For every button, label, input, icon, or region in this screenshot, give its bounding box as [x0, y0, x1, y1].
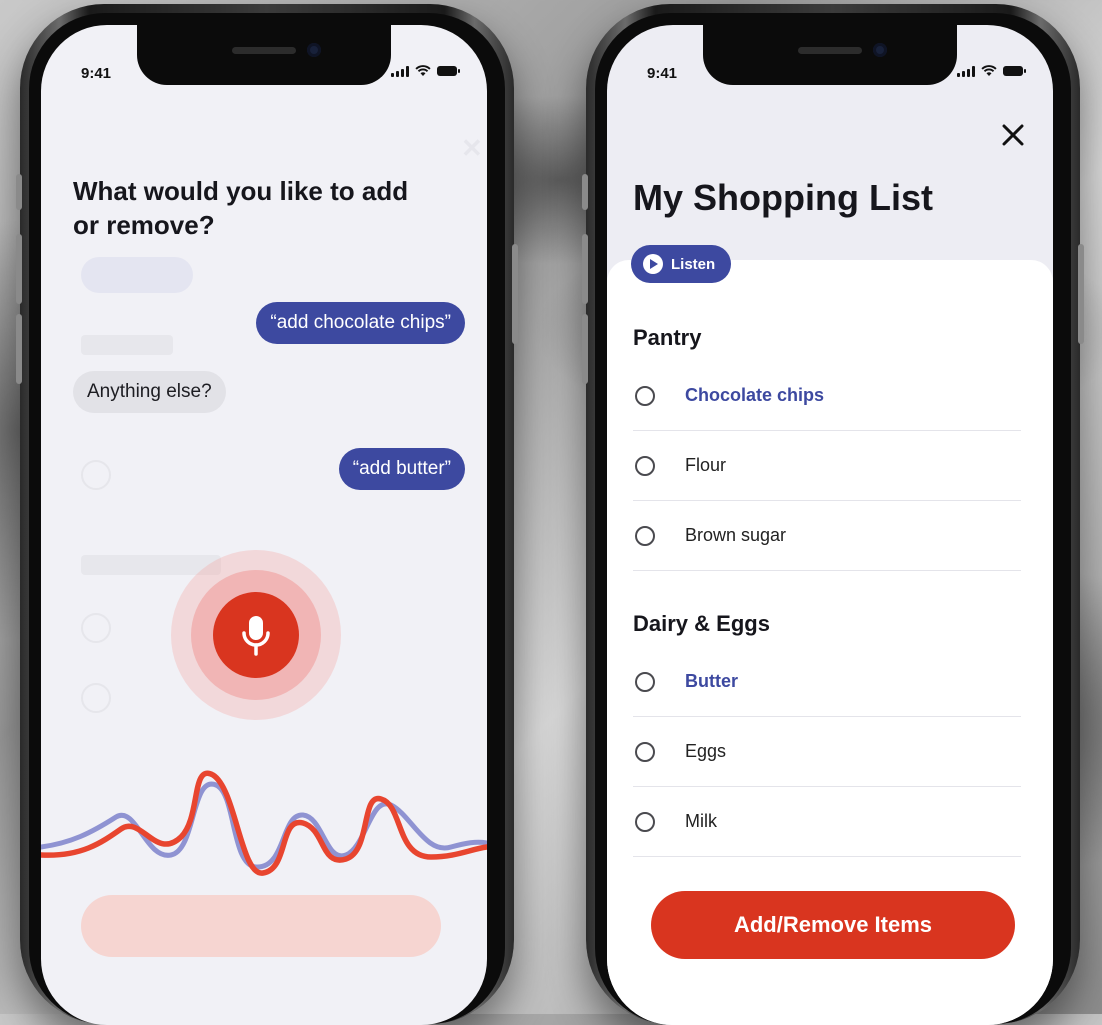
- microphone-icon: [242, 616, 270, 656]
- list-item[interactable]: Brown sugar: [633, 501, 1021, 571]
- signal-icon: [957, 65, 975, 77]
- phone-right: 9:41 My Shopping List Listen Pantry Choc…: [582, 4, 1084, 1025]
- camera: [307, 43, 321, 57]
- listen-button[interactable]: Listen: [631, 245, 732, 283]
- item-label: Chocolate chips: [685, 385, 825, 405]
- voice-waveform: [41, 770, 487, 876]
- checkbox-radio[interactable]: [635, 525, 655, 546]
- volume-up-button: [582, 234, 588, 304]
- speaker: [798, 47, 862, 54]
- item-label: Butter: [685, 671, 738, 691]
- checkbox-radio[interactable]: [635, 811, 655, 832]
- ghost-close-icon: ✕: [461, 133, 483, 163]
- power-button: [512, 244, 518, 344]
- add-remove-items-button[interactable]: Add/Remove Items: [651, 891, 1015, 959]
- voice-prompt: What would you like to add or remove?: [73, 176, 409, 240]
- play-icon: [643, 254, 663, 274]
- item-label: Brown sugar: [685, 525, 787, 545]
- section-title-dairy-eggs: Dairy & Eggs: [633, 611, 770, 636]
- checkbox-radio[interactable]: [635, 671, 655, 692]
- listen-label: Listen: [671, 255, 716, 273]
- signal-icon: [391, 65, 409, 77]
- power-button: [1078, 244, 1084, 344]
- ghost-listen-button: [81, 257, 193, 293]
- ghost-section-title: [81, 335, 173, 355]
- phone-bezel: 9:41 ✕ What would you like to add or rem…: [29, 13, 505, 1025]
- item-label: Milk: [685, 811, 717, 831]
- notch: [703, 25, 957, 85]
- list-item[interactable]: Eggs: [633, 717, 1021, 787]
- ghost-radio: [81, 460, 111, 490]
- status-time: 9:41: [81, 65, 112, 82]
- volume-down-button: [16, 314, 22, 384]
- notch: [137, 25, 391, 85]
- battery-icon: [1003, 66, 1026, 76]
- battery-icon: [437, 66, 460, 76]
- checkbox-radio[interactable]: [635, 741, 655, 762]
- wifi-icon: [415, 65, 431, 76]
- list-item[interactable]: Flour: [633, 431, 1021, 501]
- phone-bezel: 9:41 My Shopping List Listen Pantry Choc…: [595, 13, 1071, 1025]
- status-time: 9:41: [647, 65, 678, 82]
- ghost-radio: [81, 613, 111, 643]
- voice-screen: 9:41 ✕ What would you like to add or rem…: [41, 25, 487, 1025]
- close-icon[interactable]: [999, 121, 1027, 149]
- wifi-icon: [981, 65, 997, 76]
- ghost-add-remove-button: [81, 895, 441, 957]
- checkbox-radio[interactable]: [635, 385, 655, 406]
- page-title: My Shopping List: [633, 177, 933, 218]
- ghost-radio: [81, 683, 111, 713]
- phone-left: 9:41 ✕ What would you like to add or rem…: [16, 4, 518, 1025]
- speaker: [232, 47, 296, 54]
- item-label: Eggs: [685, 741, 727, 761]
- volume-up-button: [16, 234, 22, 304]
- list-item[interactable]: Butter: [633, 647, 1021, 717]
- microphone-button[interactable]: [213, 592, 299, 678]
- status-icons: [391, 65, 460, 77]
- user-message-bubble: “add butter”: [338, 448, 465, 490]
- list-item[interactable]: Chocolate chips: [633, 361, 1021, 431]
- item-label: Flour: [685, 455, 727, 475]
- volume-down-button: [582, 314, 588, 384]
- status-icons: [957, 65, 1026, 77]
- section-title-pantry: Pantry: [633, 325, 702, 350]
- user-message-bubble: “add chocolate chips”: [256, 302, 465, 344]
- assistant-message-bubble: Anything else?: [73, 371, 226, 413]
- mute-switch: [16, 174, 22, 210]
- shopping-list-screen: 9:41 My Shopping List Listen Pantry Choc…: [607, 25, 1053, 1025]
- checkbox-radio[interactable]: [635, 455, 655, 476]
- list-item[interactable]: Milk: [633, 787, 1021, 857]
- mic-pulse: [171, 550, 341, 720]
- camera: [873, 43, 887, 57]
- mute-switch: [582, 174, 588, 210]
